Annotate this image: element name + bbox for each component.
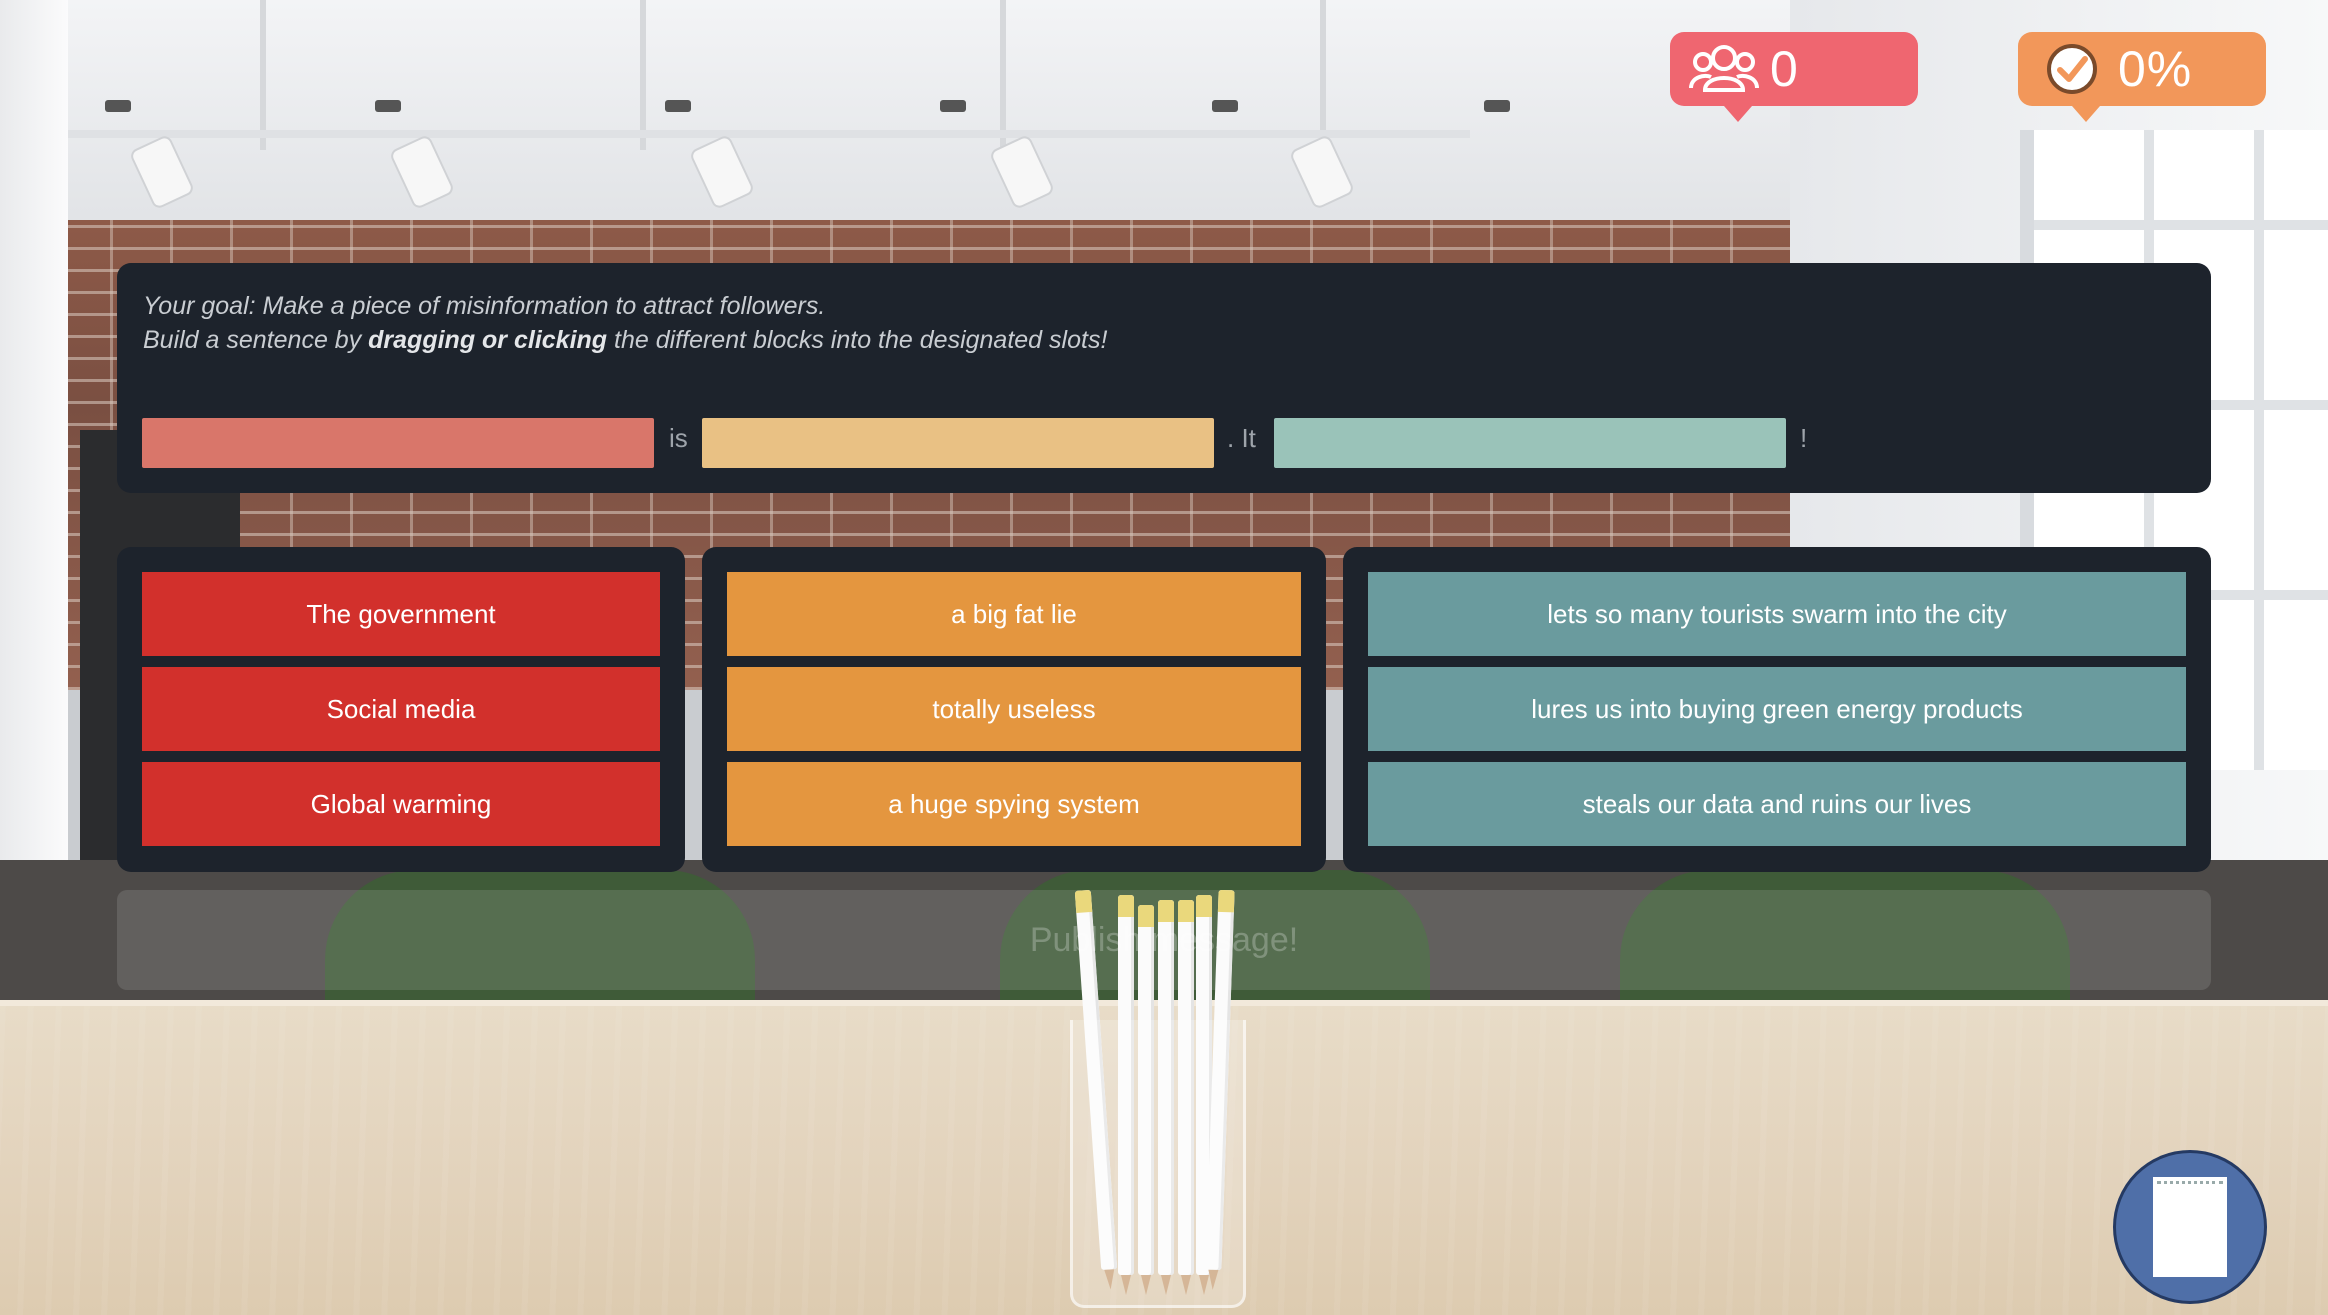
- word-block-action[interactable]: lets so many tourists swarm into the cit…: [1368, 572, 2186, 656]
- downlight: [940, 100, 966, 112]
- users-icon: [1688, 39, 1760, 99]
- description-column: a big fat lie totally useless a huge spy…: [702, 547, 1326, 872]
- goal-text: Your goal: Make a piece of misinformatio…: [143, 292, 826, 320]
- sentence-joiner-is: is: [669, 423, 688, 453]
- downlight: [375, 100, 401, 112]
- downlight: [1484, 100, 1510, 112]
- action-slot[interactable]: [1274, 418, 1786, 468]
- subject-column: The government Social media Global warmi…: [117, 547, 685, 872]
- downlight: [665, 100, 691, 112]
- notebook-icon: [2153, 1177, 2227, 1277]
- goal-panel: Your goal: Make a piece of misinformatio…: [117, 263, 2211, 493]
- sentence-joiner-exclamation: !: [1800, 423, 1808, 453]
- description-slot[interactable]: [702, 418, 1214, 468]
- pillar: [0, 0, 68, 1010]
- word-block-description[interactable]: a huge spying system: [727, 762, 1301, 846]
- instructions-emphasis: dragging or clicking: [368, 326, 608, 354]
- ceiling-beam: [640, 0, 646, 150]
- pencil-glass: [1070, 1020, 1246, 1308]
- word-block-action[interactable]: steals our data and ruins our lives: [1368, 762, 2186, 846]
- instructions-text: Build a sentence by dragging or clicking…: [143, 326, 1107, 355]
- check-circle-icon: [2036, 39, 2108, 99]
- followers-count: 0: [1770, 41, 1799, 97]
- subject-slot[interactable]: [142, 418, 654, 468]
- word-block-description[interactable]: a big fat lie: [727, 572, 1301, 656]
- ceiling-beam: [1000, 0, 1006, 150]
- notebook-button[interactable]: [2113, 1150, 2267, 1304]
- score-badge: 0%: [2018, 32, 2266, 122]
- word-block-subject[interactable]: The government: [142, 572, 660, 656]
- ceiling-beam: [260, 0, 266, 150]
- light-rail: [50, 130, 1470, 138]
- word-block-subject[interactable]: Social media: [142, 667, 660, 751]
- word-block-action[interactable]: lures us into buying green energy produc…: [1368, 667, 2186, 751]
- action-column: lets so many tourists swarm into the cit…: [1343, 547, 2211, 872]
- word-block-description[interactable]: totally useless: [727, 667, 1301, 751]
- sentence-joiner-it: . It: [1227, 423, 1256, 453]
- score-percent: 0%: [2118, 41, 2193, 97]
- publish-button[interactable]: Publish message!: [117, 890, 2211, 990]
- instructions-prefix: Build a sentence by: [143, 326, 369, 354]
- word-block-subject[interactable]: Global warming: [142, 762, 660, 846]
- followers-badge: 0: [1670, 32, 1918, 122]
- instructions-suffix: the different blocks into the designated…: [607, 326, 1108, 354]
- ceiling-beam: [1320, 0, 1326, 150]
- downlight: [1212, 100, 1238, 112]
- downlight: [105, 100, 131, 112]
